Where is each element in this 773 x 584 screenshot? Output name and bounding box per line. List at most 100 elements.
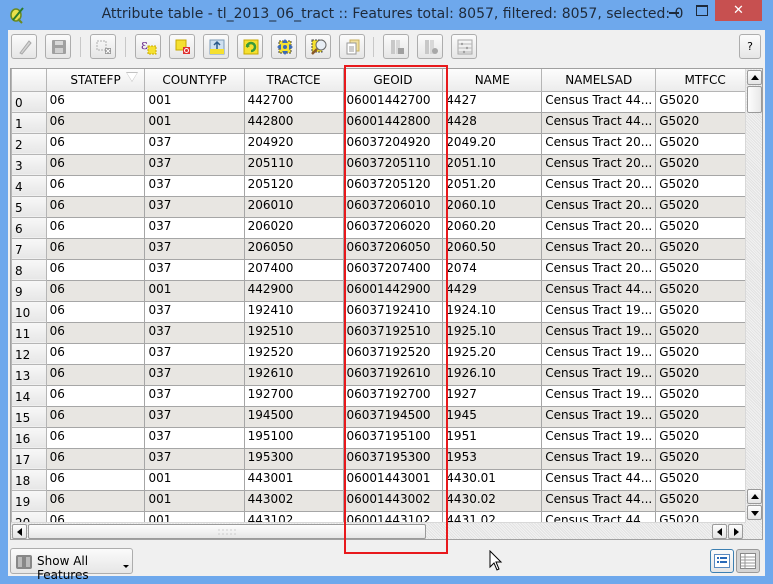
table-cell-geoid[interactable]: 06001442900	[342, 279, 444, 302]
table-cell-countyfp[interactable]: 037	[144, 363, 245, 386]
table-row[interactable]: 14 06 037 192700 06037192700 1927 Census Tract…	[11, 384, 762, 407]
table-row[interactable]: 15 06 037 194500 06037194500 1945 Census Tract…	[11, 405, 762, 428]
table-row[interactable]: 4 06 037 205120 06037205120 2051.20 Census Tra…	[11, 174, 762, 197]
table-cell-mtfcc[interactable]: G5020	[655, 279, 755, 302]
table-cell-countyfp[interactable]: 037	[144, 174, 245, 197]
column-header-statefp[interactable]: STATEFP	[45, 69, 146, 92]
table-cell-namelsad[interactable]: Census Tract 20...	[541, 216, 657, 239]
row-header[interactable]: 13	[11, 363, 47, 386]
save-edits-button[interactable]	[45, 34, 71, 59]
table-cell-countyfp[interactable]: 037	[144, 300, 245, 323]
table-cell-statefp[interactable]: 06	[45, 363, 146, 386]
table-cell-namelsad[interactable]: Census Tract 19...	[541, 321, 657, 344]
table-cell-tractce[interactable]: 204920	[243, 132, 344, 155]
table-row[interactable]: 12 06 037 192520 06037192520 1925.20 Census Tr…	[11, 342, 762, 365]
table-cell-mtfcc[interactable]: G5020	[655, 321, 755, 344]
table-cell-namelsad[interactable]: Census Tract 44...	[541, 489, 657, 512]
horizontal-scroll-thumb[interactable]	[28, 524, 426, 539]
corner-header[interactable]	[11, 69, 47, 92]
table-cell-tractce[interactable]: 205110	[243, 153, 344, 176]
row-header[interactable]: 6	[11, 216, 47, 239]
table-view-button[interactable]	[736, 549, 760, 573]
row-header[interactable]: 18	[11, 468, 47, 491]
field-calculator-button[interactable]	[451, 34, 477, 59]
table-cell-countyfp[interactable]: 037	[144, 321, 245, 344]
table-cell-countyfp[interactable]: 037	[144, 384, 245, 407]
maximize-button[interactable]	[688, 0, 714, 21]
table-cell-mtfcc[interactable]: G5020	[655, 342, 755, 365]
table-cell-geoid[interactable]: 06001443002	[342, 489, 444, 512]
toggle-editing-button[interactable]	[11, 34, 37, 59]
table-cell-namelsad[interactable]: Census Tract 19...	[541, 300, 657, 323]
column-header-tractce[interactable]: TRACTCE	[243, 69, 344, 92]
table-row[interactable]: 0 06 001 442700 06001442700 4427 Census Tract …	[11, 90, 762, 113]
table-cell-statefp[interactable]: 06	[45, 216, 146, 239]
table-cell-namelsad[interactable]: Census Tract 19...	[541, 384, 657, 407]
column-header-name[interactable]: NAME	[442, 69, 543, 92]
row-header[interactable]: 4	[11, 174, 47, 197]
table-cell-geoid[interactable]: 06037204920	[342, 132, 444, 155]
table-cell-geoid[interactable]: 06037206020	[342, 216, 444, 239]
table-cell-tractce[interactable]: 442700	[243, 90, 344, 113]
table-cell-countyfp[interactable]: 001	[144, 90, 245, 113]
table-cell-namelsad[interactable]: Census Tract 20...	[541, 174, 657, 197]
table-cell-namelsad[interactable]: Census Tract 44...	[541, 111, 657, 134]
table-cell-tractce[interactable]: 192510	[243, 321, 344, 344]
table-cell-countyfp[interactable]: 037	[144, 342, 245, 365]
table-row[interactable]: 3 06 037 205110 06037205110 2051.10 Census Tra…	[11, 153, 762, 176]
table-cell-namelsad[interactable]: Census Tract 44...	[541, 468, 657, 491]
table-cell-geoid[interactable]: 06037192410	[342, 300, 444, 323]
table-row[interactable]: 10 06 037 192410 06037192410 1924.10 Census Tr…	[11, 300, 762, 323]
new-column-button[interactable]	[417, 34, 443, 59]
table-cell-countyfp[interactable]: 001	[144, 489, 245, 512]
copy-selected-rows-button[interactable]	[339, 34, 365, 59]
table-cell-name[interactable]: 2060.50	[442, 237, 543, 260]
table-cell-statefp[interactable]: 06	[45, 447, 146, 470]
table-cell-statefp[interactable]: 06	[45, 426, 146, 449]
table-cell-mtfcc[interactable]: G5020	[655, 174, 755, 197]
row-header[interactable]: 8	[11, 258, 47, 281]
invert-selection-button[interactable]	[237, 34, 263, 59]
table-row[interactable]: 13 06 037 192610 06037192610 1926.10 Census Tr…	[11, 363, 762, 386]
row-header[interactable]: 7	[11, 237, 47, 260]
table-cell-statefp[interactable]: 06	[45, 153, 146, 176]
scroll-left-button[interactable]	[12, 524, 27, 539]
table-cell-mtfcc[interactable]: G5020	[655, 489, 755, 512]
table-cell-namelsad[interactable]: Census Tract 20...	[541, 195, 657, 218]
table-cell-name[interactable]: 4430.01	[442, 468, 543, 491]
column-header-countyfp[interactable]: COUNTYFP	[144, 69, 245, 92]
table-cell-geoid[interactable]: 06001442700	[342, 90, 444, 113]
table-cell-countyfp[interactable]: 037	[144, 426, 245, 449]
table-cell-mtfcc[interactable]: G5020	[655, 447, 755, 470]
column-header-geoid[interactable]: GEOID	[342, 69, 444, 92]
table-cell-name[interactable]: 1926.10	[442, 363, 543, 386]
row-header[interactable]: 12	[11, 342, 47, 365]
table-cell-geoid[interactable]: 06037192510	[342, 321, 444, 344]
table-cell-name[interactable]: 2074	[442, 258, 543, 281]
table-cell-statefp[interactable]: 06	[45, 342, 146, 365]
scroll-up-button-lower[interactable]	[747, 489, 762, 504]
table-cell-statefp[interactable]: 06	[45, 489, 146, 512]
table-cell-tractce[interactable]: 443002	[243, 489, 344, 512]
table-cell-namelsad[interactable]: Census Tract 20...	[541, 237, 657, 260]
table-cell-tractce[interactable]: 207400	[243, 258, 344, 281]
table-cell-tractce[interactable]: 206010	[243, 195, 344, 218]
horizontal-scrollbar[interactable]	[11, 522, 746, 539]
scroll-up-button[interactable]	[747, 70, 762, 85]
table-cell-name[interactable]: 4427	[442, 90, 543, 113]
table-cell-name[interactable]: 1945	[442, 405, 543, 428]
table-cell-mtfcc[interactable]: G5020	[655, 363, 755, 386]
row-header[interactable]: 0	[11, 90, 47, 113]
table-cell-name[interactable]: 1925.20	[442, 342, 543, 365]
table-row[interactable]: 9 06 001 442900 06001442900 4429 Census Tract …	[11, 279, 762, 302]
table-cell-namelsad[interactable]: Census Tract 44...	[541, 279, 657, 302]
column-header-namelsad[interactable]: NAMELSAD	[541, 69, 657, 92]
table-cell-tractce[interactable]: 192610	[243, 363, 344, 386]
table-cell-geoid[interactable]: 06037192700	[342, 384, 444, 407]
table-cell-mtfcc[interactable]: G5020	[655, 426, 755, 449]
table-cell-mtfcc[interactable]: G5020	[655, 384, 755, 407]
table-cell-namelsad[interactable]: Census Tract 20...	[541, 132, 657, 155]
table-cell-geoid[interactable]: 06037207400	[342, 258, 444, 281]
table-cell-geoid[interactable]: 06001442800	[342, 111, 444, 134]
table-cell-countyfp[interactable]: 037	[144, 237, 245, 260]
